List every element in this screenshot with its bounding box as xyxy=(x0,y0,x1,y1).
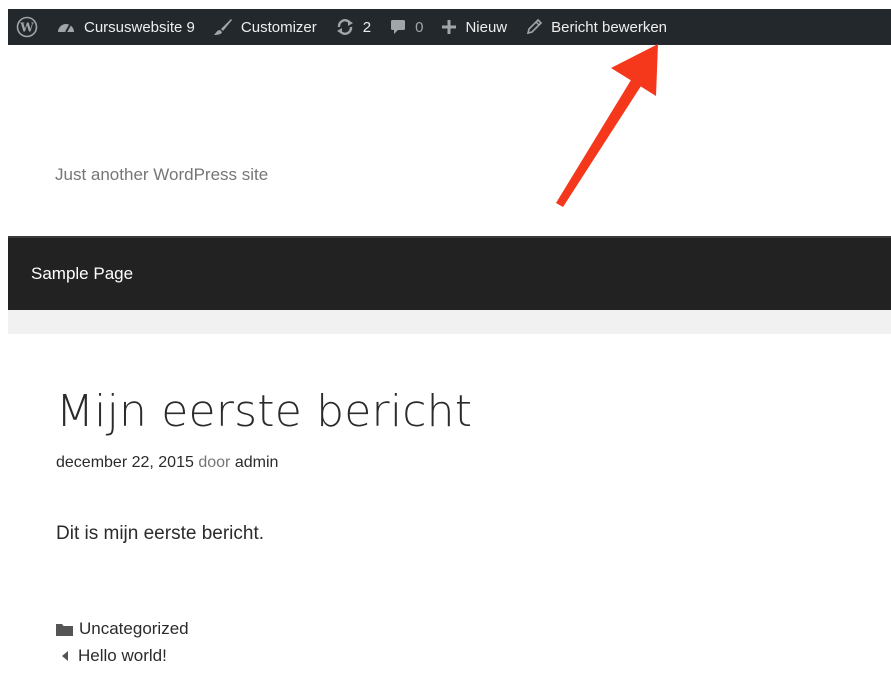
folder-icon xyxy=(56,623,73,636)
dashboard-gauge-icon xyxy=(56,19,76,35)
caret-left-icon xyxy=(62,651,68,661)
pencil-icon xyxy=(525,18,543,36)
post-date-link[interactable]: december 22, 2015 xyxy=(56,454,194,471)
nav-item-sample-page[interactable]: Sample Page xyxy=(31,264,133,284)
edit-post-link[interactable]: Bericht bewerken xyxy=(525,9,667,45)
site-name-label: Cursuswebsite 9 xyxy=(84,18,195,36)
svg-text:W: W xyxy=(19,21,34,35)
edit-post-label: Bericht bewerken xyxy=(551,18,668,36)
plus-icon xyxy=(441,19,457,35)
post-author-link[interactable]: admin xyxy=(235,454,279,471)
post-entry: Mijn eerste bericht december 22, 2015 do… xyxy=(8,334,891,688)
post-meta: december 22, 2015 door admin xyxy=(56,454,278,472)
category-link[interactable]: Uncategorized xyxy=(79,619,189,639)
post-content: Dit is mijn eerste bericht. xyxy=(56,523,265,544)
new-label: Nieuw xyxy=(465,18,508,36)
comments-link[interactable]: 0 xyxy=(389,9,423,45)
screenshot-frame-top xyxy=(0,0,891,9)
comments-count: 0 xyxy=(415,18,424,36)
admin-bar: W Cursuswebsite 9 Customizer 2 0 Nieuw B… xyxy=(8,9,891,45)
updates-link[interactable]: 2 xyxy=(335,9,371,45)
site-tagline: Just another WordPress site xyxy=(55,165,269,184)
byline-label: door xyxy=(198,454,231,471)
refresh-icon xyxy=(335,18,355,36)
site-name-link[interactable]: Cursuswebsite 9 xyxy=(56,9,195,45)
wordpress-logo-icon: W xyxy=(16,16,38,38)
updates-count: 2 xyxy=(362,18,372,36)
wordpress-menu[interactable]: W xyxy=(16,9,38,45)
paintbrush-icon xyxy=(213,18,233,36)
speech-bubble-icon xyxy=(389,18,407,36)
post-title[interactable]: Mijn eerste bericht xyxy=(56,386,472,437)
site-header: Just another WordPress site xyxy=(8,45,891,236)
previous-post-navigation: Hello world! xyxy=(56,646,167,666)
customizer-link[interactable]: Customizer xyxy=(213,9,317,45)
post-categories: Uncategorized xyxy=(56,619,189,639)
screenshot-frame-left xyxy=(0,0,8,688)
new-content-link[interactable]: Nieuw xyxy=(441,9,507,45)
previous-post-link[interactable]: Hello world! xyxy=(78,646,167,666)
customizer-label: Customizer xyxy=(240,18,317,36)
primary-navigation: Sample Page xyxy=(8,236,891,310)
